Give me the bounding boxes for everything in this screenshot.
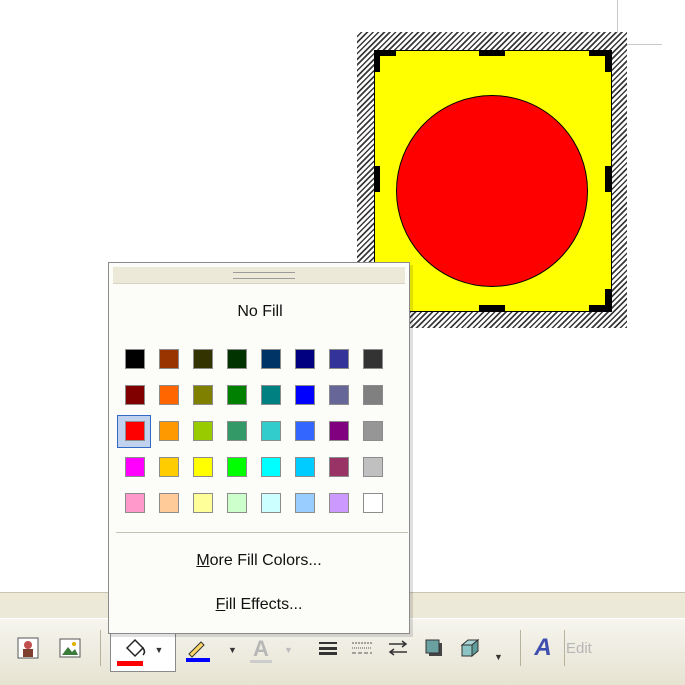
font-color-indicator (250, 660, 272, 663)
color-swatch[interactable] (261, 457, 281, 477)
color-swatch[interactable] (125, 421, 145, 441)
color-swatch[interactable] (261, 421, 281, 441)
color-swatch[interactable] (159, 349, 179, 369)
color-swatch[interactable] (227, 457, 247, 477)
wordart-icon[interactable]: A (528, 634, 558, 662)
color-swatch[interactable] (193, 385, 213, 405)
color-swatch[interactable] (125, 457, 145, 477)
font-color-dropdown-icon: ▼ (284, 645, 293, 655)
color-swatch[interactable] (295, 421, 315, 441)
clip-art-icon[interactable] (14, 634, 42, 662)
dash-style-icon[interactable] (348, 634, 376, 662)
color-swatch[interactable] (329, 349, 349, 369)
line-color-dropdown-icon[interactable]: ▼ (228, 645, 237, 655)
fill-color-menu: No Fill (108, 262, 410, 634)
line-color-indicator (186, 658, 210, 662)
fill-effects-accel: F (215, 596, 226, 613)
line-color-button[interactable] (182, 634, 212, 664)
color-swatch[interactable] (159, 385, 179, 405)
color-swatch[interactable] (227, 493, 247, 513)
color-swatch[interactable] (125, 385, 145, 405)
toolbar-options-dropdown-icon[interactable]: ▼ (494, 652, 503, 662)
color-swatch[interactable] (295, 385, 315, 405)
pen-icon (188, 641, 205, 658)
color-swatch[interactable] (193, 421, 213, 441)
color-swatch[interactable] (329, 421, 349, 441)
fill-effects-label: ill Effects... (225, 596, 303, 613)
color-swatch[interactable] (193, 457, 213, 477)
toolbar-separator (100, 630, 101, 666)
chevron-down-icon: ▼ (154, 645, 164, 655)
no-fill-option[interactable]: No Fill (109, 303, 411, 321)
color-swatch[interactable] (295, 349, 315, 369)
grip-lines-icon (233, 272, 295, 279)
color-swatch[interactable] (159, 421, 179, 441)
color-swatch[interactable] (159, 457, 179, 477)
edit-label: Edit (566, 639, 592, 657)
3d-style-icon[interactable] (456, 634, 484, 662)
paint-bucket-icon (125, 638, 145, 658)
insert-picture-icon[interactable] (56, 634, 84, 662)
more-fill-colors-option[interactable]: More Fill Colors... (108, 552, 410, 570)
color-swatch[interactable] (159, 493, 179, 513)
color-swatch[interactable] (261, 493, 281, 513)
color-swatch[interactable] (295, 457, 315, 477)
more-fill-colors-label: ore Fill Colors... (209, 552, 322, 569)
menu-drag-handle[interactable] (113, 267, 405, 284)
color-swatch[interactable] (261, 385, 281, 405)
arrow-style-icon[interactable] (384, 634, 412, 662)
color-swatch[interactable] (363, 421, 383, 441)
red-circle-shape[interactable] (396, 95, 588, 287)
toolbar-separator (520, 630, 521, 666)
line-style-icon[interactable] (314, 634, 342, 662)
font-color-icon: A (246, 634, 276, 664)
color-swatch[interactable] (125, 493, 145, 513)
menu-separator (116, 532, 408, 533)
color-swatch[interactable] (227, 385, 247, 405)
more-fill-colors-accel: M (196, 552, 210, 569)
color-swatch[interactable] (227, 421, 247, 441)
color-swatch[interactable] (261, 349, 281, 369)
color-swatch[interactable] (227, 349, 247, 369)
fill-effects-option[interactable]: Fill Effects... (108, 596, 410, 614)
color-swatch[interactable] (295, 493, 315, 513)
color-swatch[interactable] (363, 349, 383, 369)
shadow-style-icon[interactable] (420, 634, 448, 662)
color-swatch[interactable] (329, 385, 349, 405)
color-swatch[interactable] (125, 349, 145, 369)
color-swatch[interactable] (329, 493, 349, 513)
color-swatch[interactable] (363, 457, 383, 477)
color-swatch[interactable] (329, 457, 349, 477)
color-swatch[interactable] (363, 385, 383, 405)
toolbar-separator (564, 630, 565, 666)
fill-color-button[interactable]: ▼ (110, 628, 176, 672)
color-swatch[interactable] (193, 349, 213, 369)
fill-color-indicator (117, 661, 143, 666)
color-swatch[interactable] (193, 493, 213, 513)
color-swatch[interactable] (363, 493, 383, 513)
